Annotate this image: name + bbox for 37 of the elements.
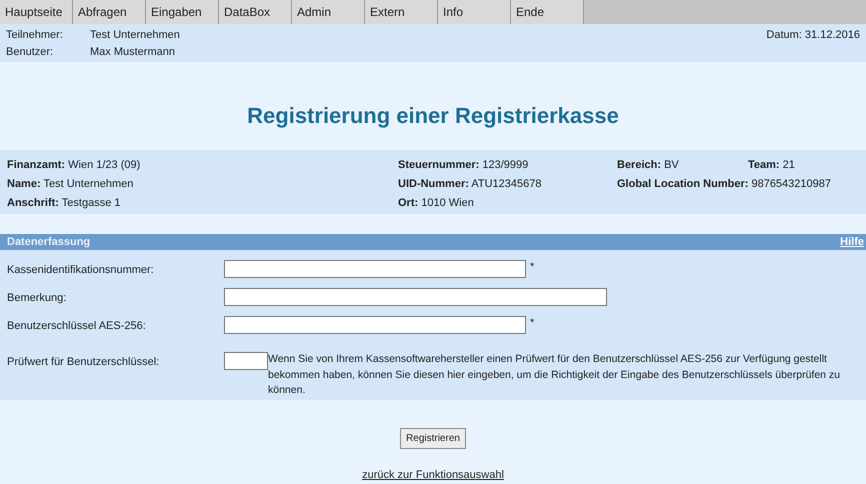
date-text: Datum: 31.12.2016 [766, 28, 860, 43]
required-mark: * [530, 316, 534, 330]
input-field[interactable] [224, 288, 607, 306]
hint-text: Wenn Sie von Ihrem Kassensoftwarehersteller einen Prüfwert für den Benutzerschlüssel AES-256 zur Verfügung gestellt bekommen haben, können Sie diesen hier eingeben, um die Richtigkeit der Eingabe des Benutzerschlüssels überprüfen zu können. [268, 352, 842, 398]
input-field[interactable] [224, 352, 268, 370]
field-label: Benutzerschlüssel AES-256: [7, 319, 147, 334]
menu-tab[interactable]: Admin [292, 0, 365, 24]
header-value: Test Unternehmen [90, 28, 180, 43]
menu-tab[interactable]: Hauptseite [0, 0, 73, 24]
field-label: Bemerkung: [7, 291, 68, 306]
header-value: Max Mustermann [90, 45, 175, 60]
info-field: Global Location Number: 9876543210987 [617, 175, 831, 194]
header-label: Benutzer: [6, 45, 54, 60]
field-label: Kassenidentifikationsnummer: [7, 263, 155, 278]
menu-tab[interactable]: DataBox [219, 0, 292, 24]
register-button[interactable]: Registrieren [400, 428, 466, 449]
info-field: Team: 21 [748, 156, 795, 175]
input-field[interactable] [224, 260, 526, 278]
menu-tab[interactable]: Ende [511, 0, 584, 24]
back-link[interactable]: zurück zur Funktionsauswahl [362, 467, 504, 484]
field-label: Prüfwert für Benutzerschlüssel: [7, 355, 160, 370]
page-title: Registrierung einer Registrierkasse [247, 102, 619, 130]
menu-tab[interactable]: Extern [365, 0, 438, 24]
menu-tab[interactable]: Info [438, 0, 511, 24]
header-label: Teilnehmer: [6, 28, 64, 43]
info-field: Bereich: BV [617, 156, 748, 175]
required-mark: * [530, 260, 534, 274]
section-title: Datenerfassung [7, 235, 90, 250]
menu-tab[interactable]: Abfragen [73, 0, 146, 24]
info-field: Anschrift: Testgasse 1 [7, 194, 398, 213]
input-field[interactable] [224, 316, 526, 334]
info-field: Finanzamt: Wien 1/23 (09) [7, 156, 398, 175]
info-field: Ort: 1010 Wien [398, 194, 474, 213]
info-field: Steuernummer: 123/9999 [398, 156, 617, 175]
info-field: UID-Nummer: ATU12345678 [398, 175, 617, 194]
menu-tab[interactable]: Eingaben [146, 0, 219, 24]
info-field: Name: Test Unternehmen [7, 175, 398, 194]
